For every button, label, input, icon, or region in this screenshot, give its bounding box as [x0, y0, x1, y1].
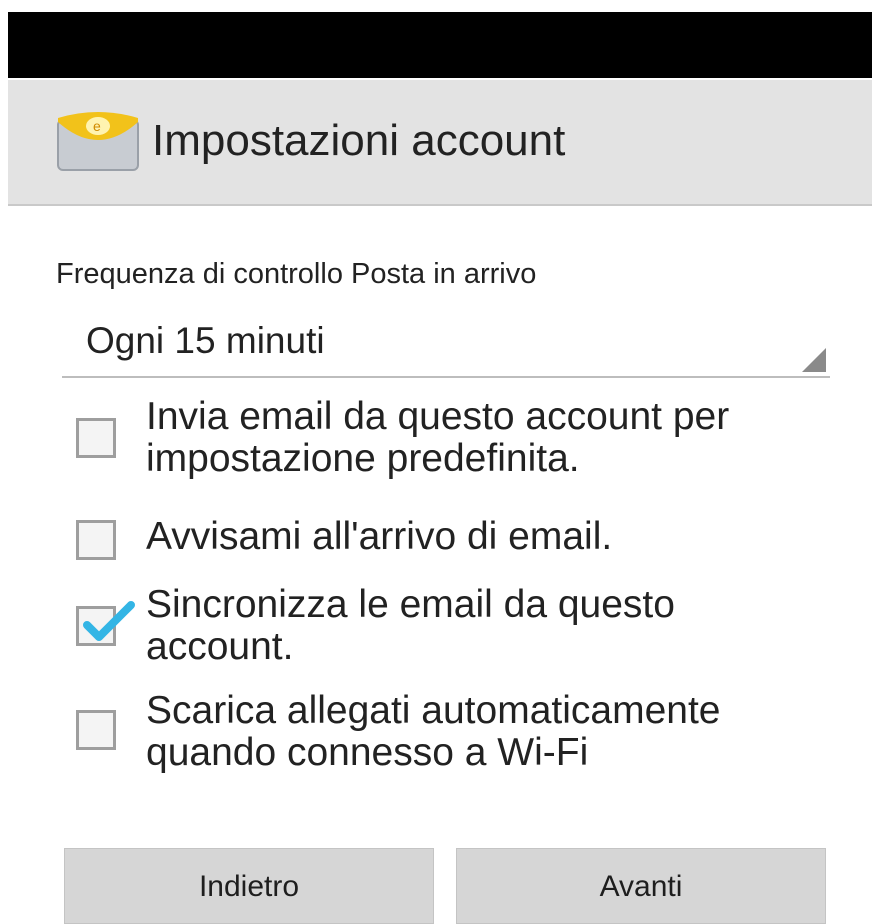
option-text-line: Sincronizza le email da questo	[146, 583, 675, 626]
frequency-dropdown[interactable]: Ogni 15 minuti	[62, 312, 830, 378]
option-auto-download-label: Scarica allegati automaticamente quando …	[146, 690, 720, 774]
option-text-line: Avvisami all'arrivo di email.	[146, 515, 613, 558]
action-bar: e Impostazioni account	[8, 80, 872, 206]
option-text-line: quando connesso a Wi-Fi	[146, 731, 589, 774]
checkmark-icon	[83, 601, 135, 641]
back-button[interactable]: Indietro	[64, 848, 434, 924]
status-bar	[8, 12, 872, 78]
checkbox-sync-email[interactable]	[76, 601, 135, 646]
checkbox-notify-email[interactable]	[76, 520, 116, 560]
svg-text:e: e	[93, 118, 101, 134]
option-text-line: Scarica allegati automaticamente	[146, 689, 721, 732]
frequency-selected-value: Ogni 15 minuti	[86, 320, 325, 361]
option-notify-email-label: Avvisami all'arrivo di email.	[146, 516, 612, 558]
option-text-line: account.	[146, 625, 294, 668]
frequency-label: Frequenza di controllo Posta in arrivo	[56, 258, 537, 290]
option-text-line: impostazione predefinita.	[146, 437, 580, 480]
next-button[interactable]: Avanti	[456, 848, 826, 924]
checkbox-auto-download[interactable]	[76, 710, 116, 750]
email-app-icon: e	[56, 112, 140, 172]
checkbox-default-account[interactable]	[76, 418, 116, 458]
option-sync-email-label: Sincronizza le email da questo account.	[146, 584, 675, 668]
option-default-account-label: Invia email da questo account per impost…	[146, 396, 729, 480]
dropdown-corner-icon	[802, 348, 826, 372]
option-text-line: Invia email da questo account per	[146, 395, 730, 438]
page-title: Impostazioni account	[152, 116, 566, 165]
account-settings-screen: e Impostazioni account Frequenza di cont…	[0, 0, 872, 924]
